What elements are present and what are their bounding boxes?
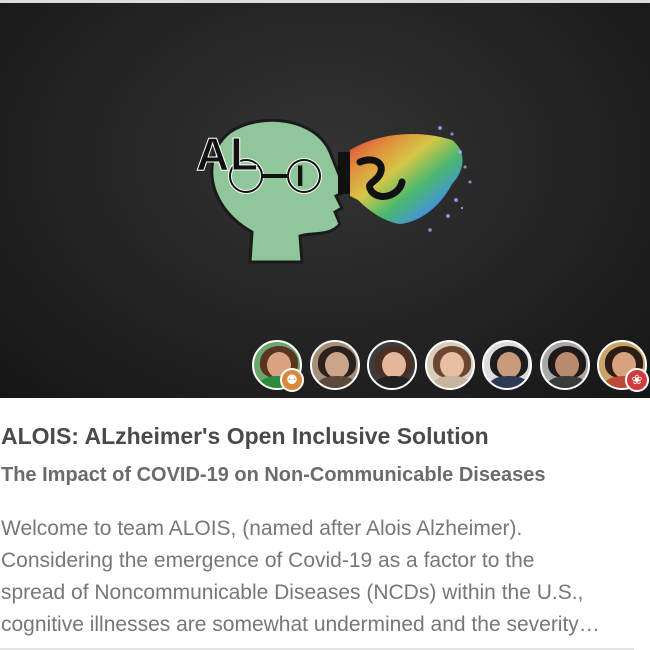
project-card[interactable]: A L I ⚉ ❀ ALOIS: ALzheimer's Open Inclusi… — [0, 0, 650, 650]
svg-text:L: L — [230, 128, 258, 180]
description-line: cognitive illnesses are somewhat undermi… — [1, 613, 600, 636]
avatar-face — [497, 352, 521, 378]
project-description: Welcome to team ALOIS, (named after Aloi… — [1, 513, 641, 641]
alois-logo: A L I — [196, 118, 472, 264]
description-line: Welcome to team ALOIS, (named after Aloi… — [1, 517, 523, 540]
svg-text:A: A — [196, 128, 229, 180]
avatar-face — [382, 352, 406, 378]
avatar[interactable] — [367, 340, 417, 390]
team-group-icon: ⚉ — [280, 368, 304, 392]
project-hero-image[interactable]: A L I ⚉ ❀ — [0, 0, 650, 398]
avatar-body — [432, 376, 472, 388]
lightbulb-icon: ❀ — [625, 368, 649, 392]
avatar-face — [325, 352, 349, 378]
avatar[interactable] — [540, 340, 590, 390]
avatar-face — [555, 352, 579, 378]
project-subtitle: The Impact of COVID-19 on Non-Communicab… — [1, 464, 546, 486]
description-line: Considering the emergence of Covid-19 as… — [1, 549, 535, 572]
avatar-body — [374, 376, 414, 388]
avatar-body — [547, 376, 587, 388]
avatar[interactable] — [482, 340, 532, 390]
avatar-body — [489, 376, 529, 388]
project-title[interactable]: ALOIS: ALzheimer's Open Inclusive Soluti… — [1, 423, 489, 450]
svg-text:I: I — [296, 160, 304, 193]
avatar-body — [317, 376, 357, 388]
avatar[interactable] — [310, 340, 360, 390]
avatar-face — [440, 352, 464, 378]
avatar[interactable] — [425, 340, 475, 390]
description-line: spread of Noncommunicable Diseases (NCDs… — [1, 581, 584, 604]
